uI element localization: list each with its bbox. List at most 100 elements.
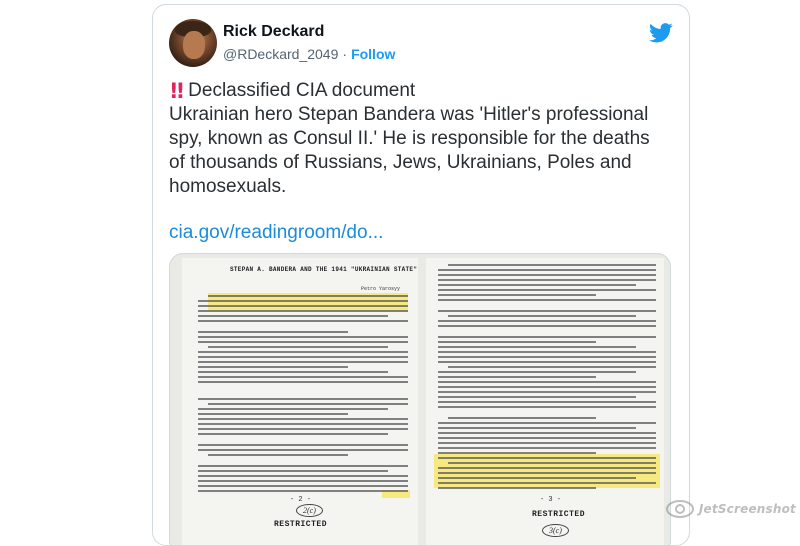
document-text-line — [438, 422, 656, 424]
document-text-line — [198, 449, 408, 451]
document-text-line — [438, 442, 656, 444]
document-text-line — [438, 396, 636, 398]
document-text-line — [198, 305, 408, 307]
document-text-line — [438, 406, 656, 408]
document-text-line — [448, 366, 656, 368]
tweet-text: !! Declassified CIA document Ukrainian he… — [169, 79, 669, 199]
document-text-line — [438, 452, 596, 454]
document-text-line — [438, 346, 636, 348]
document-text-line — [198, 336, 408, 338]
document-text-line — [198, 418, 408, 420]
tweet-heading-line: !! Declassified CIA document — [169, 79, 669, 103]
document-text-line — [198, 444, 408, 446]
document-text-line — [438, 467, 656, 469]
document-text-line — [198, 320, 408, 322]
document-text-line — [198, 413, 348, 415]
document-text-line — [198, 475, 408, 477]
document-author: Petro Yarosyy — [360, 286, 400, 292]
document-text-line — [438, 289, 656, 291]
document-text-line — [438, 457, 656, 459]
document-text-line — [438, 386, 656, 388]
document-text-line — [198, 423, 408, 425]
document-text-line — [438, 447, 656, 449]
author-handle[interactable]: @RDeckard_2049 — [223, 46, 338, 62]
document-text-line — [438, 351, 656, 353]
document-text-line — [438, 371, 636, 373]
document-text-line — [198, 381, 408, 383]
document-text-line — [198, 331, 348, 333]
document-text-line — [438, 310, 656, 312]
document-text-line — [438, 274, 656, 276]
document-text-line — [438, 437, 656, 439]
document-text-line — [438, 279, 656, 281]
document-text-line — [438, 294, 596, 296]
document-text-line — [438, 432, 656, 434]
document-text-line — [198, 480, 408, 482]
document-text-line — [208, 403, 408, 405]
document-text-line — [198, 315, 388, 317]
document-text-line — [198, 356, 408, 358]
document-text-line — [198, 485, 408, 487]
document-page-left: STEPAN A. BANDERA AND THE 1941 "UKRAINIA… — [182, 258, 418, 545]
document-text-line — [438, 284, 636, 286]
document-text-line — [198, 351, 408, 353]
document-title: STEPAN A. BANDERA AND THE 1941 "UKRAINIA… — [230, 266, 418, 273]
document-text-line — [208, 346, 388, 348]
tweet-body: Ukrainian hero Stepan Bandera was 'Hitle… — [169, 104, 650, 197]
twitter-bird-icon[interactable] — [649, 23, 673, 43]
document-text-line — [438, 482, 656, 484]
eye-icon — [665, 500, 694, 518]
document-text-line — [198, 428, 408, 430]
document-text-line — [438, 401, 656, 403]
avatar[interactable] — [169, 19, 217, 67]
document-text-line — [198, 371, 388, 373]
document-text-line — [438, 381, 656, 383]
handwritten-mark-left: 2(c) — [296, 504, 323, 517]
document-text-line — [198, 490, 408, 492]
document-text-line — [198, 366, 348, 368]
document-text-line — [438, 391, 656, 393]
document-text-line — [198, 376, 408, 378]
document-text-line — [198, 310, 408, 312]
document-text-line — [198, 470, 388, 472]
document-page-right: - 3 - RESTRICTED 3(c) — [426, 258, 664, 545]
document-text-line — [198, 408, 388, 410]
document-text-line — [448, 315, 636, 317]
document-image[interactable]: STEPAN A. BANDERA AND THE 1941 "UKRAINIA… — [169, 253, 671, 545]
document-text-line — [438, 299, 656, 301]
tweet-link[interactable]: cia.gov/readingroom/do... — [169, 222, 383, 244]
document-text-line — [438, 336, 656, 338]
document-text-line — [448, 417, 596, 419]
restricted-stamp-right: RESTRICTED — [532, 510, 586, 519]
document-text-line — [438, 269, 656, 271]
document-text-line — [438, 325, 656, 327]
document-text-line — [438, 320, 656, 322]
author-name[interactable]: Rick Deckard — [223, 23, 324, 41]
separator-dot: · — [342, 46, 348, 62]
page-number-left: - 2 - — [290, 496, 312, 504]
document-text-line — [438, 487, 596, 489]
document-text-line — [438, 472, 656, 474]
watermark-text: JetScreenshot — [698, 502, 796, 516]
tweet-card: Rick Deckard @RDeckard_2049 · Follow !! Dec… — [152, 4, 690, 546]
document-text-line — [438, 361, 656, 363]
document-text-line — [438, 427, 636, 429]
document-text-line — [198, 433, 388, 435]
document-text-line — [448, 264, 656, 266]
double-exclamation-icon: !! — [169, 79, 185, 103]
handwritten-mark-right: 3(c) — [542, 524, 569, 537]
document-text-line — [198, 398, 408, 400]
document-text-line — [448, 462, 656, 464]
document-text-line — [198, 361, 408, 363]
document-text-line — [438, 341, 596, 343]
avatar-face — [183, 31, 205, 59]
follow-button[interactable]: Follow — [351, 46, 395, 62]
document-text-line — [438, 477, 636, 479]
document-text-line — [438, 356, 656, 358]
document-text-line — [208, 454, 348, 456]
document-text-line — [438, 376, 596, 378]
document-text-line — [198, 300, 408, 302]
document-text-line — [198, 465, 408, 467]
document-text-line — [208, 295, 408, 297]
author-handle-row: @RDeckard_2049 · Follow — [223, 46, 395, 62]
